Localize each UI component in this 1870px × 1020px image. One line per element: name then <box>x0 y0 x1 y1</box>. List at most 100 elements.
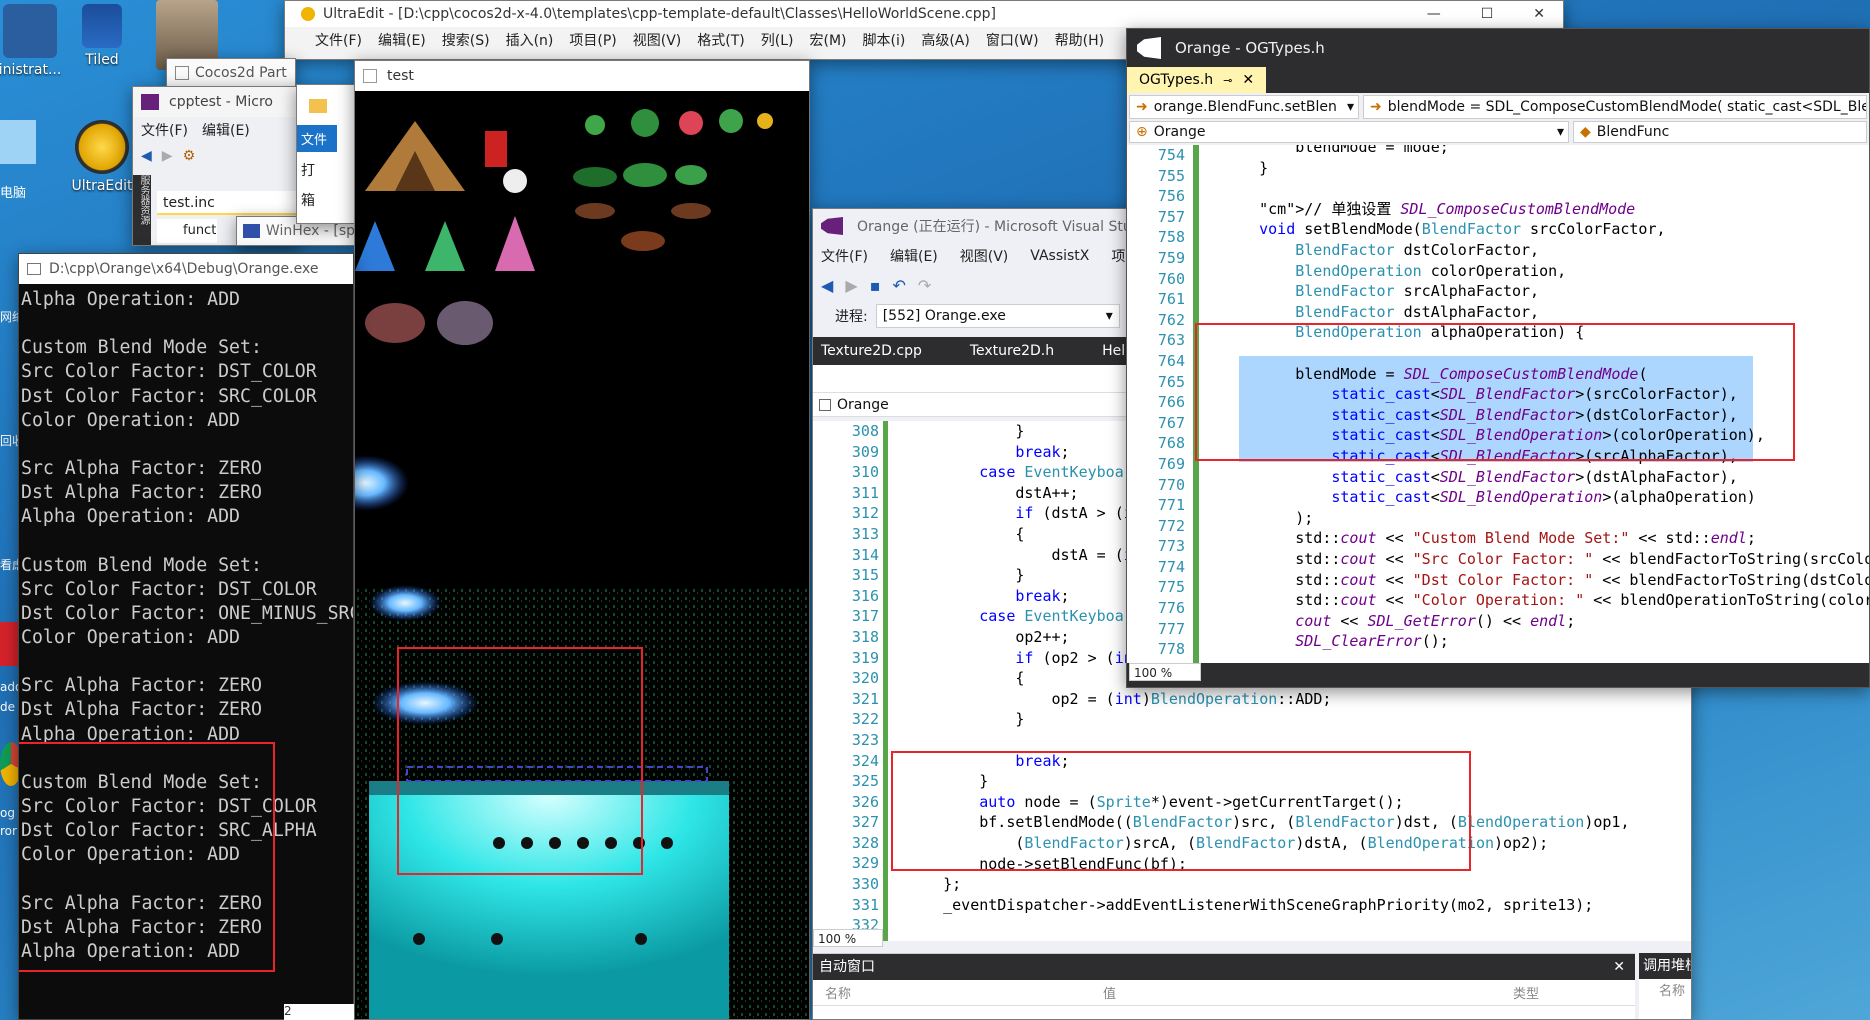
vs-texture-menu-item[interactable]: 编辑(E) <box>890 246 938 266</box>
code-line: ); <box>1223 508 1314 527</box>
line-number: 327 <box>851 813 879 832</box>
maximize-icon[interactable]: ☐ <box>1481 6 1494 22</box>
callstack-panel[interactable]: 调用堆栈 名称 <box>1639 953 1691 1019</box>
explorer-menu-file[interactable]: 文件 <box>297 125 337 152</box>
class-icon: ◆ <box>1580 124 1591 140</box>
game-window-icon <box>363 69 377 83</box>
winhex-icon <box>243 224 260 238</box>
scope-left-dropdown[interactable]: ⊕ Orange ▾ <box>1129 121 1569 143</box>
code-line: { <box>907 669 1025 688</box>
undo-icon[interactable]: ↶ <box>892 276 905 295</box>
autos-panel[interactable]: 自动窗口 ✕ 名称 值 类型 <box>813 953 1635 1019</box>
close-icon[interactable]: ✕ <box>1533 6 1545 22</box>
back-icon[interactable]: ◀ <box>821 276 833 295</box>
cocos-tab-icon <box>175 66 189 80</box>
line-number: 313 <box>851 524 879 543</box>
ultraedit-menu-item[interactable]: 帮助(H) <box>1055 30 1104 50</box>
line-number: 322 <box>851 710 879 729</box>
nav-right-dropdown[interactable]: ➜ blendMode = SDL_ComposeCustomBlendMode… <box>1363 95 1867 119</box>
autos-close-icon[interactable]: ✕ <box>1613 954 1625 980</box>
forward-icon[interactable]: ▶ <box>162 148 173 164</box>
vs-texture-menu-item[interactable]: VAssistX <box>1030 248 1089 264</box>
line-number: 763 <box>1157 331 1185 350</box>
line-number: 754 <box>1157 146 1185 164</box>
save-icon[interactable]: ▪ <box>870 276 881 295</box>
folder-icon <box>309 99 327 113</box>
explorer-window[interactable]: 文件 打 箱 <box>296 84 356 224</box>
vs-ogtypes-zoom[interactable]: 100 % <box>1129 663 1201 681</box>
cocos-window[interactable]: Cocos2d Part <box>166 58 296 88</box>
rock-red-sprite <box>365 303 425 343</box>
line-number: 758 <box>1157 228 1185 247</box>
minimize-icon[interactable]: — <box>1427 6 1441 22</box>
game-canvas[interactable] <box>355 91 809 1019</box>
computer-icon[interactable] <box>0 120 36 164</box>
tab-ogtypes-h[interactable]: OGTypes.h ⊸ ✕ <box>1127 67 1267 93</box>
redo-icon[interactable]: ↷ <box>918 276 931 295</box>
vs-texture-zoom[interactable]: 100 % <box>813 929 883 947</box>
scope-icon: ⊕ <box>1136 124 1148 140</box>
ultraedit-menu-item[interactable]: 项目(P) <box>569 30 616 50</box>
cpptest-file-tab[interactable]: test.inc <box>157 191 297 215</box>
code-line: std::cout << "Color Operation: " << blen… <box>1223 591 1869 610</box>
crystal-pink-sprite <box>495 216 535 271</box>
line-number: 329 <box>851 854 879 873</box>
vs-texture-menu-item[interactable]: 文件(F) <box>821 246 868 266</box>
code-line: break; <box>1015 442 1070 461</box>
ultraedit-menu-item[interactable]: 格式(T) <box>697 30 744 50</box>
ultraedit-menu-item[interactable]: 窗口(W) <box>986 30 1039 50</box>
chevron-down-icon: ▾ <box>1346 99 1354 115</box>
desktop-icon-tiled[interactable]: Tiled <box>58 4 146 68</box>
cpptest-func-tab[interactable]: funct <box>157 219 217 243</box>
vs-ogtypes-window[interactable]: Orange - OGTypes.h OGTypes.h ⊸ ✕ ➜ orang… <box>1126 28 1870 688</box>
ultraedit-menu-item[interactable]: 列(L) <box>761 30 794 50</box>
vs-logo-icon <box>1137 37 1161 59</box>
ultraedit-menu-item[interactable]: 文件(F) <box>315 30 362 50</box>
line-number: 323 <box>851 730 879 749</box>
code-line: BlendOperation colorOperation, <box>1295 261 1567 280</box>
settings-icon[interactable]: ⚙ <box>183 148 196 164</box>
line-number: 765 <box>1157 372 1185 391</box>
autos-col-type[interactable]: 类型 <box>1513 983 1539 1002</box>
vs-ogtypes-code-editor[interactable]: 754 755 756 757 758 759 760 761 762 763 764 765 766 7… <box>1127 145 1869 663</box>
code-line: } <box>1223 158 1269 177</box>
callstack-col-name[interactable]: 名称 <box>1639 979 1691 1005</box>
vs-texture-tab[interactable]: Texture2D.h <box>962 337 1094 365</box>
nav-left-dropdown[interactable]: ➜ orange.BlendFunc.setBlen ▾ <box>1129 95 1359 119</box>
console-line: Dst Alpha Factor: ZERO <box>21 482 262 504</box>
scope-right-dropdown[interactable]: ◆ BlendFunc <box>1573 121 1867 143</box>
cpptest-menu-file[interactable]: 文件(F) <box>141 120 188 140</box>
close-icon[interactable]: ✕ <box>1242 72 1254 88</box>
ultraedit-menu-item[interactable]: 搜索(S) <box>442 30 490 50</box>
code-line: _eventDispatcher->addEventListenerWithSc… <box>907 895 1594 914</box>
vs-texture-tab[interactable]: Texture2D.cpp <box>813 337 962 365</box>
ultraedit-menu-item[interactable]: 视图(V) <box>633 30 682 50</box>
ultraedit-menu-item[interactable]: 脚本(i) <box>863 30 906 50</box>
ultraedit-menu-item[interactable]: 插入(n) <box>506 30 554 50</box>
game-title: test <box>387 68 414 84</box>
line-number: 760 <box>1157 269 1185 288</box>
pin-icon[interactable]: ⊸ <box>1223 74 1232 87</box>
vs-texture-menu-item[interactable]: 视图(V) <box>960 246 1009 266</box>
line-number: 311 <box>851 483 879 502</box>
code-line: std::cout << "Src Color Factor: " << ble… <box>1223 550 1869 568</box>
ultraedit-menu-item[interactable]: 高级(A) <box>921 30 970 50</box>
ultraedit-menu-item[interactable]: 编辑(E) <box>378 30 426 50</box>
crystal-blue-sprite <box>355 221 395 271</box>
admin-icon <box>3 4 57 58</box>
cpptest-menu-edit[interactable]: 编辑(E) <box>202 120 250 140</box>
process-label: 进程: <box>835 309 868 325</box>
autos-col-value[interactable]: 值 <box>1103 983 1513 1002</box>
game-window[interactable]: test <box>354 60 810 1020</box>
forward-icon[interactable]: ▶ <box>845 276 857 295</box>
vs-ogtypes-title: Orange - OGTypes.h <box>1175 39 1325 57</box>
vs-texture-highlight-box <box>891 751 1471 871</box>
console-window[interactable]: D:\cpp\Orange\x64\Debug\Orange.exe Alpha… <box>18 253 354 1020</box>
process-dropdown[interactable]: [552] Orange.exe ▾ <box>875 304 1120 328</box>
back-icon[interactable]: ◀ <box>141 148 152 164</box>
autos-col-name[interactable]: 名称 <box>813 983 1103 1002</box>
ultraedit-menu-item[interactable]: 宏(M) <box>809 30 846 50</box>
code-line: std::cout << "Custom Blend Mode Set:" <<… <box>1223 529 1756 548</box>
line-number: 310 <box>851 463 879 482</box>
